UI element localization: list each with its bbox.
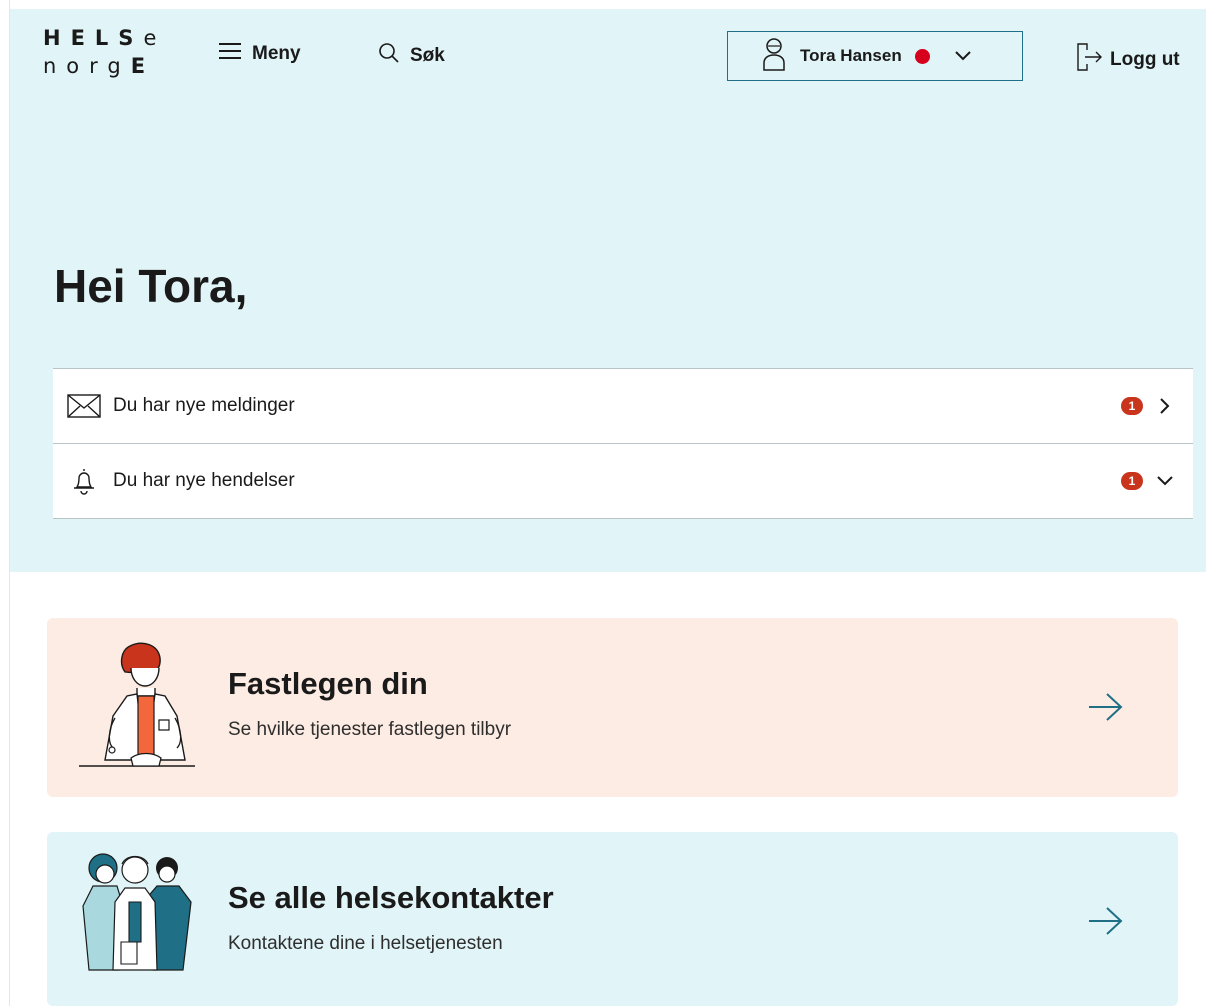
doctor-illustration	[75, 638, 200, 783]
bell-icon	[67, 467, 101, 495]
arrow-right-icon	[1087, 691, 1125, 728]
user-menu-button[interactable]: Tora Hansen	[727, 31, 1023, 81]
notification-label: Du har nye meldinger	[113, 395, 295, 416]
list-item-events[interactable]: Du har nye hendelser 1	[53, 444, 1193, 519]
window-top-margin	[0, 0, 1206, 9]
envelope-icon	[67, 394, 101, 418]
user-name: Tora Hansen	[800, 46, 902, 65]
count-badge: 1	[1121, 472, 1143, 490]
logout-label: Logg ut	[1110, 49, 1180, 70]
logo-text-thin: e	[143, 26, 167, 50]
logout-button[interactable]: Logg ut	[1076, 42, 1180, 78]
search-button[interactable]: Søk	[378, 42, 445, 70]
card-subtitle: Kontaktene dine i helsetjenesten	[228, 933, 503, 954]
logo-text-thin-2: norg	[43, 54, 131, 78]
menu-label: Meny	[252, 43, 301, 64]
card-subtitle: Se hvilke tjenester fastlegen tilbyr	[228, 719, 512, 740]
arrow-right-icon	[1087, 905, 1125, 942]
health-contacts-illustration	[75, 846, 200, 979]
health-contacts-card[interactable]: Se alle helsekontakter Kontaktene dine i…	[47, 832, 1178, 1006]
chevron-right-icon	[1153, 397, 1177, 415]
menu-button[interactable]: Meny	[218, 42, 301, 66]
chevron-down-icon	[1153, 475, 1177, 487]
user-icon	[762, 37, 786, 76]
count-badge: 1	[1121, 397, 1143, 415]
search-label: Søk	[410, 45, 445, 66]
window-left-margin	[0, 0, 10, 1006]
greeting-heading: Hei Tora,	[54, 260, 248, 312]
gp-card[interactable]: Fastlegen din Se hvilke tjenester fastle…	[47, 618, 1178, 797]
chevron-down-icon	[954, 50, 972, 62]
status-dot-icon	[914, 48, 930, 64]
card-title: Fastlegen din	[228, 666, 428, 701]
helsenorge-logo[interactable]: HELSe norgE	[43, 24, 166, 80]
list-item-messages[interactable]: Du har nye meldinger 1	[53, 369, 1193, 444]
card-title: Se alle helsekontakter	[228, 880, 554, 915]
hamburger-icon	[218, 42, 242, 66]
logout-icon	[1076, 42, 1104, 78]
notification-label: Du har nye hendelser	[113, 470, 295, 491]
logo-text-bold-2: E	[130, 54, 156, 78]
search-icon	[378, 42, 400, 70]
notification-list: Du har nye meldinger 1 Du har nye hendel…	[53, 368, 1193, 519]
logo-text-bold: HELS	[43, 26, 144, 50]
